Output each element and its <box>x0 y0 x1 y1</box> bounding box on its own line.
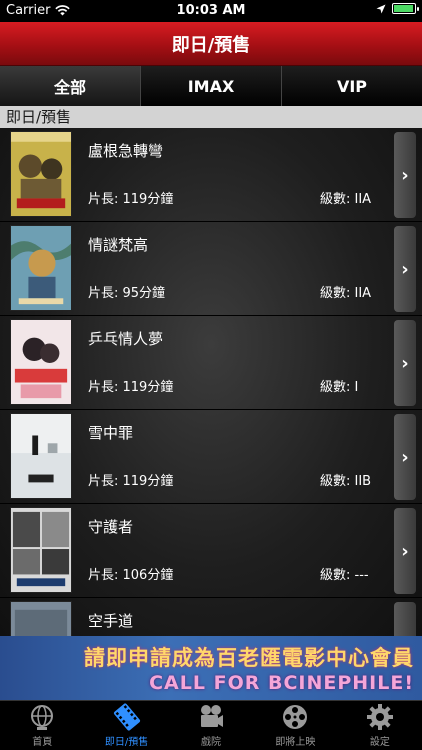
movie-title: 乒乓情人夢 <box>88 330 164 348</box>
movie-title: 空手道 <box>88 612 134 630</box>
chevron-right-icon[interactable]: › <box>394 320 416 406</box>
chevron-right-icon[interactable]: › <box>394 226 416 312</box>
section-header: 即日/預售 <box>0 106 422 128</box>
movie-rating: 級數: I <box>320 380 359 395</box>
movie-rating: 級數: IIA <box>320 192 372 207</box>
movie-row[interactable]: 雪中罪 片長: 119分鐘 級數: IIB › <box>0 410 422 504</box>
movie-row[interactable]: 守護者 片長: 106分鐘 級數: --- › <box>0 504 422 598</box>
chevron-right-icon[interactable]: › <box>394 132 416 218</box>
promo-banner[interactable]: 請即申請成為百老匯電影中心會員 CALL FOR BCINEPHILE! <box>0 636 422 700</box>
battery-icon <box>392 3 419 14</box>
chevron-right-icon[interactable]: › <box>394 602 416 636</box>
movie-poster <box>10 319 72 405</box>
page-title: 即日/預售 <box>171 34 251 56</box>
camera-icon <box>201 705 224 727</box>
movie-title: 雪中罪 <box>88 424 134 442</box>
nav-bar: 即日/預售 <box>0 22 422 66</box>
tab-cinemas[interactable]: 戲院 <box>169 701 253 750</box>
segment-vip[interactable]: VIP <box>282 66 422 106</box>
chevron-right-icon[interactable]: › <box>394 508 416 594</box>
tab-settings[interactable]: 設定 <box>338 701 422 750</box>
movie-title: 守護者 <box>88 518 134 536</box>
movie-row[interactable]: 空手道 › <box>0 598 422 636</box>
banner-subline: CALL FOR BCINEPHILE! <box>149 672 414 694</box>
gear-icon <box>366 704 393 730</box>
movie-rating: 級數: IIA <box>320 286 372 301</box>
status-right <box>376 3 419 14</box>
movie-poster <box>10 131 72 217</box>
tab-bar: 首頁 即日/預售 戲院 即將上映 設定 <box>0 700 422 750</box>
globe-icon <box>31 705 54 730</box>
tab-label: 首頁 <box>32 737 53 748</box>
segment-all[interactable]: 全部 <box>0 66 141 106</box>
movie-row[interactable]: 情謎梵高 片長: 95分鐘 級數: IIA › <box>0 222 422 316</box>
tab-label: 設定 <box>369 737 390 748</box>
movie-length: 片長: 119分鐘 <box>88 380 174 395</box>
segment-control: 全部 IMAX VIP <box>0 66 422 106</box>
chevron-right-icon[interactable]: › <box>394 414 416 500</box>
status-bar: Carrier 10:03 AM <box>0 0 422 22</box>
status-time: 10:03 AM <box>176 3 246 18</box>
movie-title: 情謎梵高 <box>88 236 149 254</box>
movie-length: 片長: 119分鐘 <box>88 474 174 489</box>
movie-length: 片長: 106分鐘 <box>88 568 174 583</box>
movie-poster <box>10 507 72 593</box>
movie-rating: 級數: IIB <box>320 474 372 489</box>
tab-label: 戲院 <box>201 737 222 748</box>
movie-row[interactable]: 盧根急轉彎 片長: 119分鐘 級數: IIA › <box>0 128 422 222</box>
tab-now-showing[interactable]: 即日/預售 <box>84 701 168 750</box>
tab-home[interactable]: 首頁 <box>0 701 84 750</box>
tab-label: 即將上映 <box>275 737 316 748</box>
movie-poster <box>10 601 72 636</box>
movie-length: 片長: 119分鐘 <box>88 192 174 207</box>
movie-list[interactable]: 即日/預售 盧根急轉彎 片長: 119分鐘 級數: IIA › 情謎梵高 片長:… <box>0 106 422 636</box>
segment-imax[interactable]: IMAX <box>141 66 282 106</box>
tab-coming-soon[interactable]: 即將上映 <box>253 701 337 750</box>
location-arrow-icon <box>376 4 386 13</box>
movie-row[interactable]: 乒乓情人夢 片長: 119分鐘 級數: I › <box>0 316 422 410</box>
movie-title: 盧根急轉彎 <box>88 142 164 160</box>
movie-rating: 級數: --- <box>320 568 369 583</box>
film-reel-icon <box>283 705 308 729</box>
film-strip-icon <box>113 703 140 731</box>
battery-fill <box>394 5 413 12</box>
banner-headline: 請即申請成為百老匯電影中心會員 <box>84 646 414 670</box>
movie-poster <box>10 225 72 311</box>
movie-poster <box>10 413 72 499</box>
movie-length: 片長: 95分鐘 <box>88 286 166 301</box>
tab-label: 即日/預售 <box>104 737 149 748</box>
